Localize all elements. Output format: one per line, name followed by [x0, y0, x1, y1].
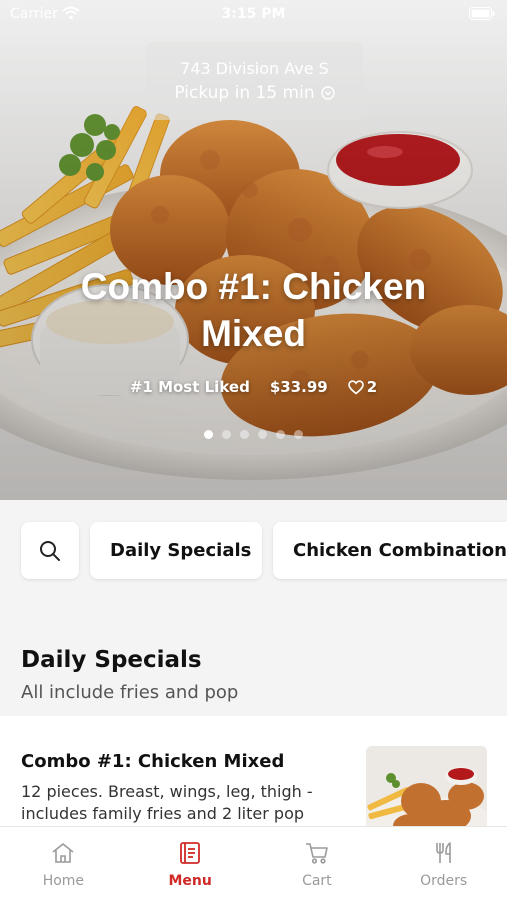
tab-home[interactable]: Home [0, 827, 127, 900]
bottom-tab-bar: Home Menu Cart Orders [0, 826, 507, 900]
chevron-down-circle-icon [320, 86, 335, 100]
search-icon [40, 540, 60, 561]
carousel-dot[interactable] [240, 430, 249, 439]
like-count: 2 [366, 378, 378, 396]
carousel-dot[interactable] [294, 430, 303, 439]
hero-banner[interactable]: Carrier 3:15 PM 743 Division Ave S Picku… [0, 0, 507, 500]
tab-menu[interactable]: Menu [127, 827, 254, 900]
menu-icon [180, 842, 201, 864]
menu-item-description: 12 pieces. Breast, wings, leg, thigh - i… [21, 782, 313, 823]
category-bar: Daily Specials Chicken Combinations [0, 500, 507, 596]
tab-cart-label: Cart [302, 873, 332, 889]
featured-item-meta: #1 Most Liked $33.99 2 [0, 378, 507, 396]
carousel-dot[interactable] [258, 430, 267, 439]
carousel-dot[interactable] [204, 430, 213, 439]
status-bar: Carrier 3:15 PM [0, 0, 507, 30]
search-button[interactable] [21, 522, 79, 579]
carousel-dot[interactable] [222, 430, 231, 439]
heart-icon [347, 379, 364, 395]
category-chip-daily-specials[interactable]: Daily Specials [90, 522, 262, 579]
tab-orders-label: Orders [420, 873, 468, 889]
home-icon [52, 843, 74, 863]
carousel-indicator [0, 430, 507, 439]
battery-icon [469, 7, 495, 20]
tab-cart[interactable]: Cart [254, 827, 381, 900]
pickup-location-selector[interactable]: 743 Division Ave S Pickup in 15 min [146, 42, 363, 120]
section-title: Daily Specials [21, 647, 202, 673]
category-chip-chicken-combinations[interactable]: Chicken Combinations [273, 522, 507, 579]
featured-tag: #1 Most Liked [129, 378, 250, 396]
cart-icon [305, 843, 328, 864]
tab-home-label: Home [42, 873, 85, 889]
menu-item-card[interactable]: Combo #1: Chicken Mixed 12 pieces. Breas… [0, 716, 507, 828]
fork-knife-icon [435, 842, 451, 863]
clock: 3:15 PM [221, 6, 286, 22]
featured-price: $33.99 [269, 378, 328, 396]
section-subtitle: All include fries and pop [21, 682, 239, 703]
menu-item-title: Combo #1: Chicken Mixed [21, 751, 285, 772]
tab-menu-label: Menu [168, 873, 212, 889]
pickup-time: Pickup in 15 min [174, 83, 315, 103]
like-button[interactable]: 2 [347, 378, 378, 396]
carousel-dot[interactable] [276, 430, 285, 439]
section-header: Daily Specials All include fries and pop [21, 645, 238, 703]
tab-orders[interactable]: Orders [380, 827, 507, 900]
featured-item-title: Combo #1: Chicken Mixed [80, 266, 427, 354]
location-address: 743 Division Ave S [180, 59, 329, 78]
menu-item-thumbnail [366, 746, 487, 828]
